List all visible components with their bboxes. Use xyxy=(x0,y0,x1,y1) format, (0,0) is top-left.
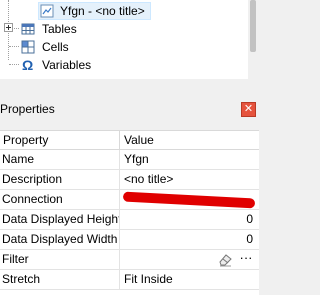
property-value[interactable]: <no title> xyxy=(121,170,259,189)
property-row-stretch[interactable]: Stretch Fit Inside xyxy=(0,270,259,290)
close-button[interactable]: ✕ xyxy=(241,102,256,117)
property-name: Data Displayed Width ( xyxy=(2,232,119,246)
property-name: Data Displayed Height xyxy=(2,212,119,226)
property-grid: Property Value Name Yfgn Description <no… xyxy=(0,130,259,295)
property-value[interactable]: 0 xyxy=(121,210,259,229)
tree-item-label: Cells xyxy=(42,40,69,54)
tree-scrollbar[interactable] xyxy=(248,0,259,79)
property-value[interactable]: 0 xyxy=(121,230,259,249)
property-row-filter[interactable]: Filter ··· xyxy=(0,250,259,270)
property-row-data-displayed-height[interactable]: Data Displayed Height 0 xyxy=(0,210,259,230)
grid-header: Property Value xyxy=(0,131,259,150)
property-value[interactable]: Yfgn xyxy=(121,150,259,169)
column-header-value[interactable]: Value xyxy=(121,131,154,149)
property-name: Stretch xyxy=(2,272,41,286)
close-icon: ✕ xyxy=(243,103,254,115)
scrollbar-thumb[interactable] xyxy=(250,0,256,52)
property-name: Connection xyxy=(2,192,63,206)
property-name: Name xyxy=(2,152,35,166)
property-value[interactable]: Fit Inside xyxy=(121,270,259,289)
report-page-icon xyxy=(40,4,54,18)
property-row-connection[interactable]: Connection xyxy=(0,190,259,210)
cells-icon xyxy=(21,40,35,54)
tree-item-label: Variables xyxy=(42,58,92,72)
omega-icon: Ω xyxy=(22,57,34,73)
navigator-tree: Yfgn - <no title> Tables Cells Ω Variabl… xyxy=(0,0,250,79)
eraser-icon[interactable] xyxy=(218,252,233,267)
tree-item-label: Tables xyxy=(42,22,77,36)
property-row-data-displayed-width[interactable]: Data Displayed Width ( 0 xyxy=(0,230,259,250)
tree-item-label: Yfgn - <no title> xyxy=(60,4,145,18)
tree-expand-toggle[interactable] xyxy=(4,23,13,32)
column-header-property[interactable]: Property xyxy=(0,131,48,149)
more-options-button[interactable]: ··· xyxy=(236,251,256,268)
property-row-name[interactable]: Name Yfgn xyxy=(0,150,259,170)
property-row-description[interactable]: Description <no title> xyxy=(0,170,259,190)
property-name: Filter xyxy=(2,252,29,266)
property-name: Description xyxy=(2,172,63,186)
properties-title: Properties xyxy=(0,102,55,116)
table-icon xyxy=(21,23,35,35)
